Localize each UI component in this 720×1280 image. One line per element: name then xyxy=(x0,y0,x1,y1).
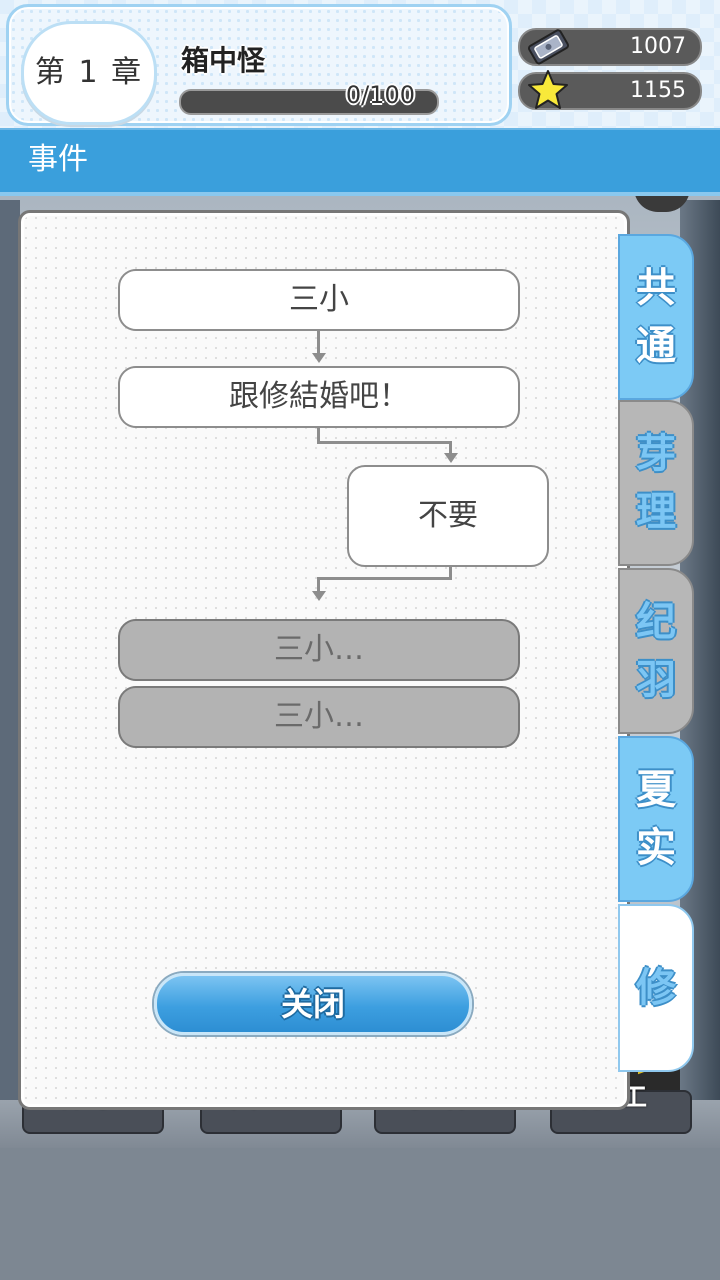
progress-label: 0/100 xyxy=(345,81,415,109)
flow-arrow xyxy=(444,453,458,463)
tab-label: 理 xyxy=(636,489,676,535)
flow-node[interactable]: 不要 xyxy=(347,465,549,567)
stars-value: 1155 xyxy=(630,78,686,103)
tab-label: 共 xyxy=(636,265,676,311)
currency-stars: 1155 xyxy=(518,70,702,110)
flow-node-label: 不要 xyxy=(418,498,478,533)
tab-shu[interactable]: 修 xyxy=(618,904,694,1072)
page-title: 事件 xyxy=(28,142,88,177)
close-button[interactable]: 关闭 xyxy=(154,973,472,1035)
flow-node[interactable]: 三小 xyxy=(118,269,520,331)
tab-meri[interactable]: 芽 理 xyxy=(618,400,694,566)
title-bar: 事件 xyxy=(0,128,720,196)
flow-connector xyxy=(317,329,320,355)
tab-label: 纪 xyxy=(636,599,676,645)
flow-connector xyxy=(317,441,451,444)
tab-natsumi[interactable]: 夏 实 xyxy=(618,736,694,902)
background-floor xyxy=(0,1148,720,1280)
chapter-progress-bar: 0/100 xyxy=(179,81,439,115)
flow-node-locked[interactable]: 三小… xyxy=(118,619,520,681)
tickets-value: 1007 xyxy=(630,34,686,59)
flow-node-locked[interactable]: 三小… xyxy=(118,686,520,748)
tab-label: 实 xyxy=(636,825,676,871)
tab-label: 芽 xyxy=(636,431,676,477)
background-wall xyxy=(0,200,20,1100)
chapter-label: 第 1 章 xyxy=(34,55,144,90)
flow-node-label: 跟修結婚吧！ xyxy=(229,379,409,414)
tab-label: 通 xyxy=(636,323,676,369)
flow-arrow xyxy=(312,353,326,363)
tab-label: 修 xyxy=(636,965,676,1011)
ticket-icon xyxy=(528,29,569,65)
tab-label: 夏 xyxy=(636,767,676,813)
tab-common[interactable]: 共 通 xyxy=(618,234,694,400)
flow-arrow xyxy=(312,591,326,601)
tab-label: 羽 xyxy=(636,657,676,703)
flow-node-label: 三小… xyxy=(274,699,364,734)
flow-node-label: 三小… xyxy=(274,632,364,667)
flow-node[interactable]: 跟修結婚吧！ xyxy=(118,366,520,428)
flow-node-label: 三小 xyxy=(289,282,349,317)
event-flow-panel: 三小 跟修結婚吧！ 不要 三小… 三小… 关闭 xyxy=(18,210,630,1110)
chapter-card: 第 1 章 箱中怪 0/100 xyxy=(6,4,512,126)
header-bar: 第 1 章 箱中怪 0/100 1007 1155 xyxy=(0,0,720,128)
tab-kiwa[interactable]: 纪 羽 xyxy=(618,568,694,734)
star-icon xyxy=(528,70,568,109)
chapter-badge: 第 1 章 xyxy=(21,21,157,125)
chapter-title: 箱中怪 xyxy=(181,44,266,77)
currency-tickets: 1007 xyxy=(518,28,702,66)
flow-connector xyxy=(317,577,452,580)
